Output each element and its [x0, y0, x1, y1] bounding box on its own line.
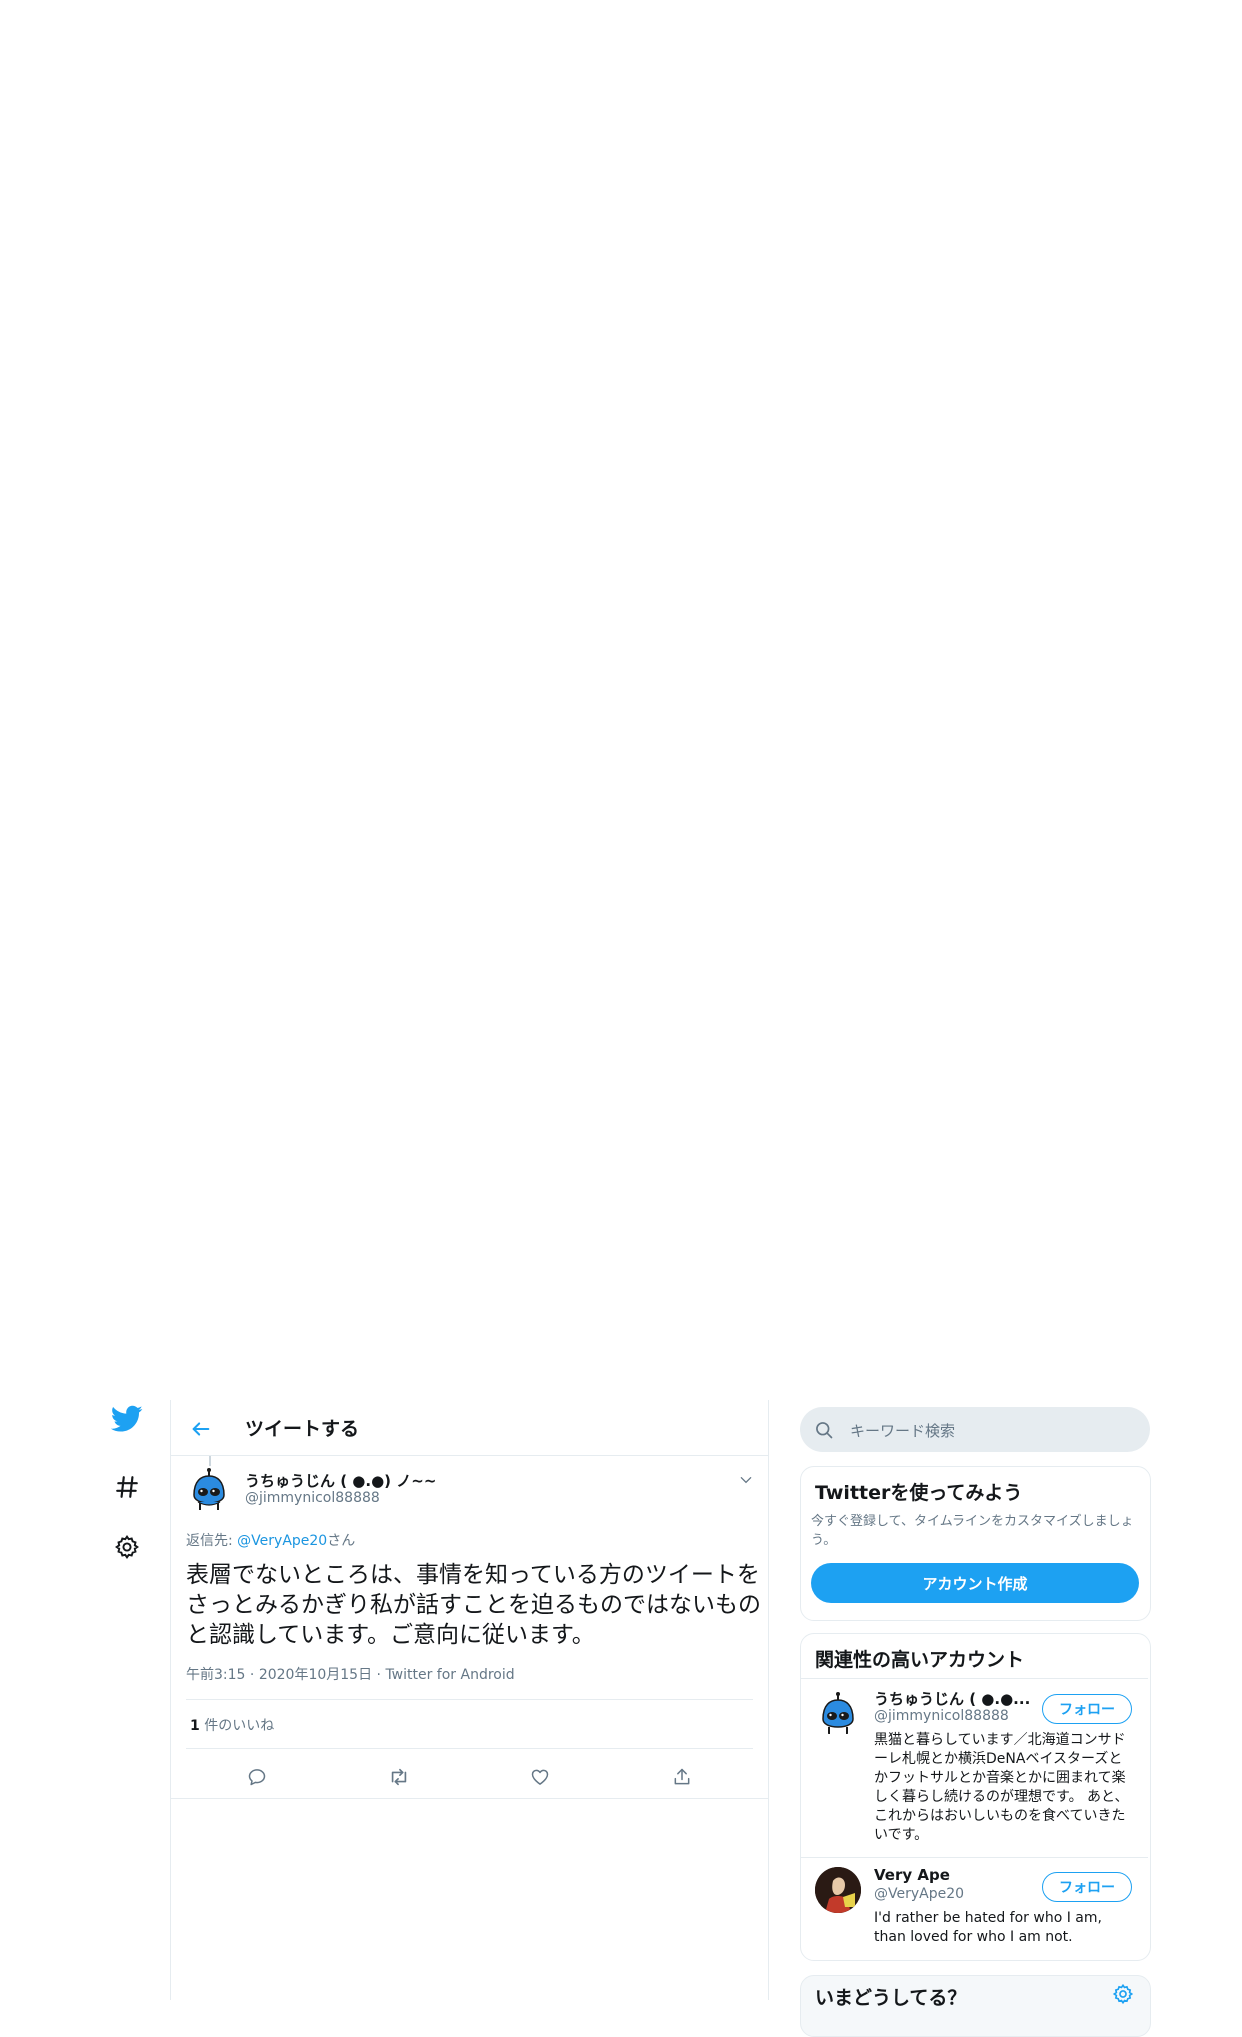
tweet-time[interactable]: 午前3:15: [186, 1667, 245, 1683]
follow-button[interactable]: フォロー: [1042, 1694, 1132, 1724]
trends-settings-button[interactable]: [1112, 1983, 1134, 2005]
arrow-left-icon: [192, 1422, 210, 1436]
reply-icon: [248, 1769, 266, 1786]
alien-avatar-icon: [815, 1690, 861, 1736]
tweet-handle[interactable]: @jimmynicol88888: [245, 1490, 380, 1506]
tweet-text: 表層でないところは、事情を知っている方のツイートをさっとみるかぎり私が話すことを…: [186, 1562, 761, 1648]
tweet-menu-button[interactable]: [736, 1470, 756, 1490]
share-icon: [674, 1768, 690, 1785]
likes-link[interactable]: 1 件のいいね: [190, 1715, 274, 1735]
meta-separator: ·: [372, 1667, 386, 1683]
back-button[interactable]: [186, 1414, 216, 1444]
account-handle[interactable]: @jimmynicol88888: [874, 1708, 1009, 1724]
page-title: ツイートする: [245, 1418, 360, 1440]
share-button[interactable]: [667, 1762, 697, 1792]
likes-label: 件のいいね: [199, 1718, 275, 1734]
search-icon: [814, 1420, 834, 1440]
account-bio: I'd rather be hated for who I am, than l…: [874, 1910, 1102, 1945]
tweet-source[interactable]: Twitter for Android: [385, 1667, 514, 1683]
reply-to-suffix: さん: [327, 1533, 356, 1549]
divider: [186, 1748, 753, 1749]
signup-card-description: 今すぐ登録して、タイムラインをカスタマイズしましょう。: [811, 1514, 1134, 1548]
reply-button[interactable]: [242, 1762, 272, 1792]
alien-avatar-icon: [186, 1466, 232, 1512]
avatar[interactable]: [186, 1466, 232, 1512]
signup-card-title: Twitterを使ってみよう: [815, 1482, 1023, 1504]
tweet-display-name[interactable]: うちゅうじん ( ●.●) ノ~~: [245, 1470, 436, 1491]
like-icon: [531, 1769, 549, 1785]
hashtag-icon[interactable]: [108, 1468, 146, 1506]
column-border-right: [768, 1400, 769, 2000]
divider: [801, 1857, 1148, 1858]
divider: [171, 1798, 768, 1799]
account-handle[interactable]: @VeryApe20: [874, 1886, 964, 1902]
avatar[interactable]: [815, 1867, 861, 1913]
retweet-icon: [391, 1768, 407, 1786]
gear-icon: [1112, 1983, 1134, 2005]
meta-separator: ·: [245, 1667, 259, 1683]
trends-title: いまどうしてる？: [815, 1987, 967, 2009]
chevron-down-icon: [740, 1477, 752, 1484]
divider: [801, 1678, 1148, 1679]
profile-photo-icon: [815, 1867, 861, 1913]
twitter-logo-icon[interactable]: [108, 1400, 146, 1438]
divider: [186, 1699, 753, 1700]
gear-icon[interactable]: [108, 1528, 146, 1566]
header-divider: [171, 1455, 768, 1456]
column-border-left: [170, 1400, 171, 2000]
account-name[interactable]: うちゅうじん ( ●.●...: [874, 1688, 1030, 1709]
search-input[interactable]: キーワード検索: [850, 1420, 955, 1441]
reply-to-prefix: 返信先:: [186, 1533, 233, 1549]
reply-to-mention-link[interactable]: @VeryApe20: [237, 1533, 327, 1549]
account-name[interactable]: Very Ape: [874, 1866, 950, 1884]
tweet-meta: 午前3:15 · 2020年10月15日 · Twitter for Andro…: [186, 1664, 515, 1684]
related-accounts-title: 関連性の高いアカウント: [815, 1649, 1025, 1671]
create-account-button[interactable]: アカウント作成: [811, 1563, 1139, 1603]
reply-to: 返信先: @VeryApe20さん: [186, 1530, 355, 1550]
tweet-date[interactable]: 2020年10月15日: [259, 1667, 372, 1683]
account-bio: 黒猫と暮らしています／北海道コンサドーレ札幌とか横浜DeNAベイスターズとかフッ…: [874, 1732, 1129, 1843]
likes-count: 1: [190, 1718, 200, 1734]
follow-button[interactable]: フォロー: [1042, 1872, 1132, 1902]
retweet-button[interactable]: [384, 1762, 414, 1792]
like-button[interactable]: [525, 1762, 555, 1792]
avatar[interactable]: [815, 1690, 861, 1736]
